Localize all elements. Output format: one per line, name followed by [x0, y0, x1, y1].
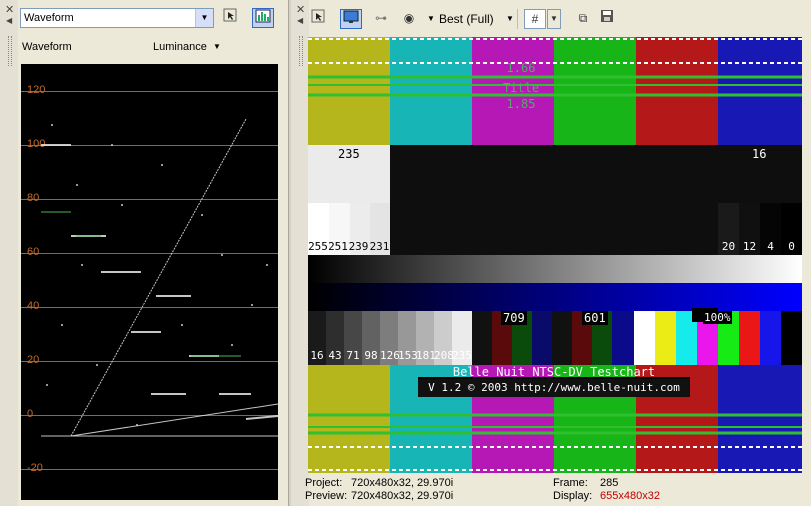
quality-dropdown[interactable]: Best (Full) — [439, 12, 494, 26]
project-label: Project: — [305, 477, 343, 489]
step-label: 235 — [452, 349, 472, 362]
save-snapshot-button[interactable] — [597, 9, 617, 29]
copy-icon: ⧉ — [578, 11, 588, 25]
toolbar-separator — [517, 9, 518, 29]
safe-label-title: Title — [502, 81, 540, 95]
step-label: 12 — [742, 240, 757, 253]
mark-601: 601 — [582, 311, 608, 325]
frame-value: 285 — [600, 477, 619, 489]
panel-gutter: ✕ ◀ — [291, 0, 309, 506]
black-steps-labels: 20 12 4 0 — [718, 240, 802, 253]
close-icon[interactable]: ✕ — [296, 3, 305, 16]
mode-dropdown[interactable]: Luminance — [153, 41, 207, 53]
copy-snapshot-button[interactable]: ⧉ — [573, 9, 593, 29]
pointer-icon — [311, 9, 325, 23]
step-label: 0 — [788, 240, 795, 253]
display-value: 655x480x32 — [600, 490, 660, 502]
level-235-label: 235 — [338, 147, 360, 161]
step-label: 208 — [434, 349, 454, 362]
waveform-panel: ✕ ◀ Waveform ▼ Waveform Luminance ▼ 120 … — [0, 0, 289, 506]
step-label: 43 — [328, 349, 342, 362]
video-preview[interactable]: 1.66 Title 1.85 235 16 255 251 239 231 2… — [308, 37, 802, 473]
close-icon[interactable]: ✕ — [5, 3, 14, 16]
collapse-arrow-icon[interactable]: ◀ — [297, 16, 303, 25]
step-label: 20 — [721, 240, 736, 253]
preview-label: Preview: — [305, 490, 348, 502]
overlays-dropdown-arrow-icon[interactable]: ▼ — [427, 14, 435, 23]
testchart-version: V 1.2 © 2003 http://www.belle-nuit.com — [428, 381, 680, 394]
video-output-button[interactable] — [340, 9, 362, 29]
step-label: 71 — [346, 349, 360, 362]
quality-dropdown-arrow-icon[interactable]: ▼ — [506, 14, 514, 23]
grid-icon: # — [531, 12, 539, 26]
grid-dropdown-arrow-icon[interactable]: ▼ — [547, 9, 561, 29]
pointer-tool-button[interactable] — [220, 8, 240, 28]
white-steps-labels: 255 251 239 231 — [308, 240, 390, 253]
step-label: 126 — [380, 349, 400, 362]
save-icon — [601, 10, 613, 22]
project-value: 720x480x32, 29.970i — [351, 477, 454, 489]
testchart-name: Belle Nuit NTSC-DV Testchart — [452, 365, 656, 379]
gray-steps-labels: 16 43 71 98 126 153 181 208 235 — [308, 349, 472, 362]
preview-value: 720x480x32, 29.970i — [351, 490, 454, 502]
display-label: Display: — [553, 490, 593, 502]
collapse-arrow-icon[interactable]: ◀ — [6, 16, 12, 25]
mark-709: 709 — [501, 311, 527, 325]
pointer-icon — [223, 8, 237, 22]
step-label: 181 — [416, 349, 436, 362]
top-color-bars — [308, 37, 802, 145]
pointer-tool-button[interactable] — [308, 9, 328, 29]
step-label: 4 — [767, 240, 774, 253]
step-label: 251 — [328, 240, 348, 253]
frame-label: Frame: — [553, 477, 588, 489]
safe-label-185: 1.85 — [506, 97, 536, 111]
step-label: 98 — [364, 349, 378, 362]
mode-dropdown-arrow-icon[interactable]: ▼ — [213, 42, 221, 51]
chevron-down-icon[interactable]: ▼ — [195, 9, 213, 27]
scope-title: Waveform — [22, 41, 72, 53]
histogram-view-button[interactable] — [252, 8, 274, 28]
step-label: 153 — [398, 349, 418, 362]
step-label: 239 — [348, 240, 369, 253]
overlays-button[interactable]: ◉ — [399, 9, 419, 29]
histogram-icon — [255, 9, 271, 23]
waveform-trace — [41, 118, 278, 437]
step-label: 16 — [310, 349, 324, 362]
scope-selector-value: Waveform — [24, 12, 74, 24]
mark-100: 100% — [703, 311, 732, 324]
grid-button[interactable]: # — [524, 9, 546, 29]
step-label: 231 — [369, 240, 390, 253]
testchart-image — [308, 37, 802, 473]
waveform-scope: 120 100 80 60 40 20 0 -20 — [21, 64, 278, 500]
safe-label-top: 1.66 — [506, 61, 536, 75]
split-icon: ⊶ — [375, 11, 387, 25]
scope-selector[interactable]: Waveform ▼ — [20, 8, 214, 28]
monitor-icon — [343, 10, 359, 23]
step-label: 255 — [308, 240, 328, 253]
drag-grip-icon[interactable] — [8, 36, 12, 66]
panel-gutter: ✕ ◀ — [0, 0, 18, 506]
level-16-label: 16 — [752, 147, 767, 161]
circle-icon: ◉ — [403, 11, 415, 25]
drag-grip-icon[interactable] — [299, 36, 303, 66]
split-screen-button[interactable]: ⊶ — [371, 9, 391, 29]
